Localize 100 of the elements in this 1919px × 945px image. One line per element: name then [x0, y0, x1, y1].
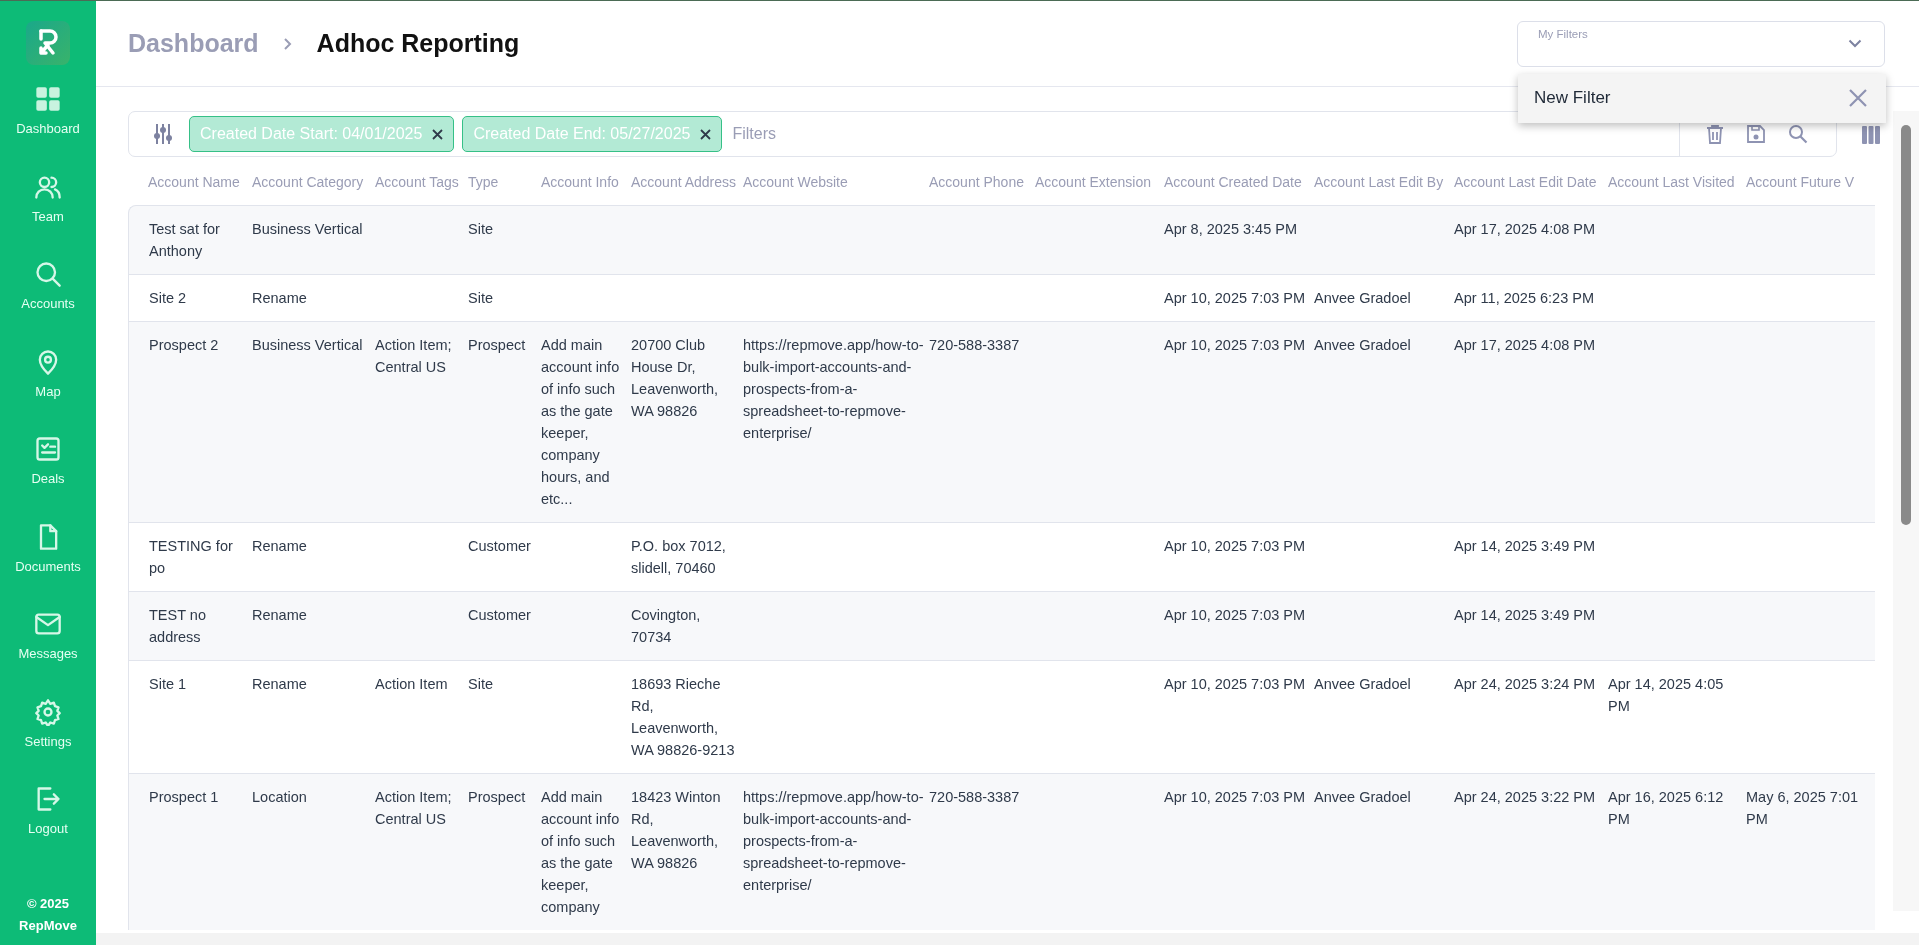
table-cell: Apr 11, 2025 6:23 PM: [1454, 290, 1594, 306]
column-header[interactable]: Account Phone: [929, 157, 1035, 205]
table-cell: Prospect 1: [149, 789, 219, 805]
table-cell: Apr 14, 2025 4:05 PM: [1608, 676, 1724, 714]
filter-chip: Created Date Start: 04/01/2025: [189, 116, 455, 152]
table-cell: Test sat for Anthony: [149, 221, 220, 259]
table-cell: 720-588-3387: [929, 337, 1020, 353]
sidebar-item[interactable]: Messages: [0, 604, 96, 670]
table-cell: Business Vertical: [252, 221, 363, 237]
column-header[interactable]: Account Last Visited: [1608, 157, 1746, 205]
table-cell: Apr 8, 2025 3:45 PM: [1164, 221, 1297, 237]
copyright-text: © 2025: [25, 895, 71, 913]
search-icon: [34, 260, 62, 288]
table-cell: Apr 14, 2025 3:49 PM: [1454, 607, 1596, 623]
column-header[interactable]: Account Tags: [375, 157, 468, 205]
table-cell: 20700 Club House Dr, Leavenworth, WA 98826: [631, 337, 719, 419]
close-icon[interactable]: [1848, 88, 1868, 108]
table-cell: Apr 10, 2025 7:03 PM: [1164, 607, 1306, 623]
table-cell: Site: [468, 676, 493, 692]
table-cell: Apr 17, 2025 4:08 PM: [1454, 221, 1596, 237]
table-cell: Apr 10, 2025 7:03 PM: [1164, 538, 1306, 554]
save-icon[interactable]: [1746, 124, 1766, 144]
table-cell: Location: [252, 789, 307, 805]
table-cell: Site 1: [149, 676, 187, 692]
column-header[interactable]: Account Created Date: [1164, 157, 1314, 205]
sidebar-item[interactable]: Accounts: [0, 254, 96, 320]
settings-icon: [34, 697, 62, 726]
sidebar-item[interactable]: Map: [0, 341, 96, 407]
column-header[interactable]: Account Name: [128, 157, 252, 205]
table-cell: Site: [468, 221, 493, 237]
vertical-scrollbar[interactable]: [1893, 111, 1919, 911]
page-title: Adhoc Reporting: [316, 27, 520, 59]
table-cell: Site: [468, 290, 493, 306]
table-cell: Apr 10, 2025 7:03 PM: [1164, 290, 1306, 306]
chevron-down-icon: [1848, 38, 1862, 48]
table-cell: https://repmove.app/how-to-bulk-import-accounts-and-prospects-from-a-spreadsheet-to-repmove-enterprise/: [743, 337, 924, 441]
table-cell: Apr 17, 2025 4:08 PM: [1454, 337, 1596, 353]
sidebar-item[interactable]: Deals: [0, 429, 96, 495]
table-cell: 18693 Rieche Rd, Leavenworth, WA 98826-9213: [631, 676, 735, 758]
column-header[interactable]: Account Address: [631, 157, 743, 205]
column-header[interactable]: Account Extension: [1035, 157, 1164, 205]
checklist-icon: [34, 435, 62, 463]
table-cell: Covington, 70734: [631, 607, 701, 645]
table-cell: Add main account info of info such as the gate keeper, company hours, and etc...: [541, 337, 620, 507]
table-cell: Rename: [252, 538, 307, 554]
column-header[interactable]: Account Category: [252, 157, 375, 205]
table-cell: May 6, 2025 7:01 PM: [1746, 789, 1859, 827]
table-cell: Action Item; Central US: [375, 789, 452, 827]
table-cell: Site 2: [149, 290, 187, 306]
sidebar-item[interactable]: Settings: [0, 691, 96, 757]
horizontal-scrollbar[interactable]: [96, 933, 1919, 945]
table-cell: 720-588-3387: [929, 789, 1020, 805]
table-cell: Prospect: [468, 789, 526, 805]
column-header[interactable]: Account Info: [541, 157, 631, 205]
column-header[interactable]: Account Last Edit By: [1314, 157, 1454, 205]
trash-icon[interactable]: [1706, 124, 1724, 144]
table-cell: Apr 10, 2025 7:03 PM: [1164, 337, 1306, 353]
sidebar-item[interactable]: Dashboard: [0, 79, 96, 145]
grid-icon: [34, 85, 62, 113]
column-header[interactable]: Type: [468, 157, 541, 205]
table-cell: Apr 10, 2025 7:03 PM: [1164, 789, 1306, 805]
search-icon[interactable]: [1788, 124, 1808, 144]
table-cell: Prospect: [468, 337, 526, 353]
copyright-text: RepMove: [19, 917, 77, 935]
table-cell: Apr 14, 2025 3:49 PM: [1454, 538, 1596, 554]
table-cell: 18423 Winton Rd, Leavenworth, WA 98826: [631, 789, 721, 871]
table-cell: Anvee Gradoel: [1314, 290, 1411, 306]
sidebar-item[interactable]: Logout: [0, 779, 96, 845]
table-cell: Apr 24, 2025 3:22 PM: [1454, 789, 1596, 805]
logo-icon: [26, 21, 70, 65]
table-cell: Action Item: [375, 676, 448, 692]
chevron-right-icon: [282, 36, 293, 51]
filter-chip: Created Date End: 05/27/2025: [462, 116, 723, 152]
table-cell: Action Item; Central US: [375, 337, 452, 375]
table-cell: https://repmove.app/how-to-bulk-import-accounts-and-prospects-from-a-spreadsheet-to-repmove-enterprise/: [743, 789, 924, 893]
table-cell: Anvee Gradoel: [1314, 789, 1411, 805]
table-cell: Customer: [468, 538, 531, 554]
table-cell: Rename: [252, 607, 307, 623]
sidebar-item[interactable]: Team: [0, 166, 96, 232]
sliders-icon[interactable]: [153, 123, 173, 145]
table-cell: TESTING for po: [149, 538, 233, 576]
table-cell: Anvee Gradoel: [1314, 337, 1411, 353]
table-cell: Anvee Gradoel: [1314, 676, 1411, 692]
column-header[interactable]: Account Future V: [1746, 157, 1875, 205]
table-cell: Add main account info of info such as the gate keeper, company: [541, 789, 620, 915]
table-cell: Apr 16, 2025 6:12 PM: [1608, 789, 1724, 827]
column-header[interactable]: Account Website: [743, 157, 929, 205]
table-cell: Rename: [252, 676, 307, 692]
table-cell: Rename: [252, 290, 307, 306]
table-cell: Customer: [468, 607, 531, 623]
table-cell: Apr 24, 2025 3:24 PM: [1454, 676, 1596, 692]
menu-option[interactable]: New Filter: [1534, 85, 1611, 111]
sidebar-item[interactable]: Documents: [0, 516, 96, 582]
table-cell: TEST no address: [149, 607, 206, 645]
table-cell: Apr 10, 2025 7:03 PM: [1164, 676, 1306, 692]
column-header[interactable]: Account Last Edit Date: [1454, 157, 1608, 205]
table-cell: Business Vertical: [252, 337, 363, 353]
table-cell: P.O. box 7012, slidell, 70460: [631, 538, 726, 576]
breadcrumb-link[interactable]: Dashboard: [128, 24, 259, 63]
table-cell: Prospect 2: [149, 337, 219, 353]
